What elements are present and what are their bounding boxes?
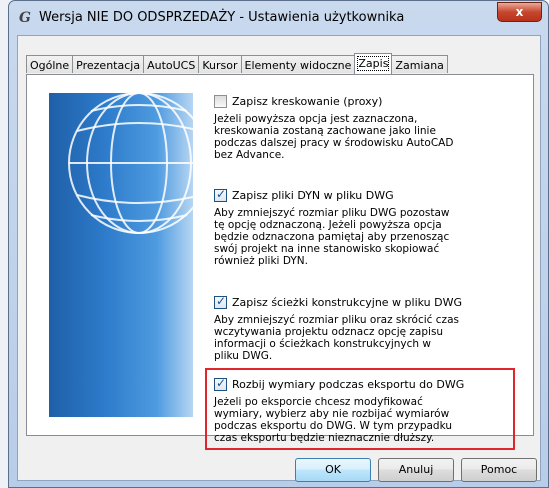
option-explode-dimensions: ✓ Rozbij wymiary podczas eksportu do DWG… [214, 376, 514, 444]
option-description: Aby zmniejszyć rozmiar pliku DWG pozosta… [214, 207, 450, 267]
option-description: Jeżeli po eksporcie chcesz modyfikować w… [214, 396, 453, 444]
option-construction-paths: ✓ Zapisz ścieżki konstrukcyjne w pliku D… [214, 294, 514, 362]
checkbox-row[interactable]: ✓ Zapisz pliki DYN w pliku DWG [214, 187, 514, 204]
tab-label: Kursor [202, 59, 238, 72]
help-button[interactable]: Pomoc [461, 458, 537, 482]
globe-illustration [49, 93, 193, 417]
tab-label: Ogólne [30, 59, 70, 72]
tab-autoucs[interactable]: AutoUCS [143, 55, 200, 73]
title-bar[interactable]: G Wersja NIE DO ODSPRZEDAŻY - Ustawienia… [9, 1, 548, 35]
check-mark-icon: ✓ [216, 294, 227, 308]
tab-zamiana[interactable]: Zamiana [391, 55, 448, 73]
checkbox-label[interactable]: Rozbij wymiary podczas eksportu do DWG [232, 378, 464, 391]
tab-kursor[interactable]: Kursor [198, 55, 242, 73]
tab-label: Elementy widoczne [244, 59, 352, 72]
check-mark-icon: ✓ [216, 376, 227, 390]
tab-ogolne[interactable]: Ogólne [26, 55, 74, 73]
ok-button[interactable]: OK [295, 458, 371, 482]
settings-dialog: G Wersja NIE DO ODSPRZEDAŻY - Ustawienia… [8, 0, 549, 488]
option-hatch-proxy: Zapisz kreskowanie (proxy) Jeżeli powyżs… [214, 93, 514, 161]
tab-prezentacja[interactable]: Prezentacja [72, 55, 145, 73]
tab-zapis[interactable]: Zapis [354, 53, 393, 74]
tab-label: Prezentacja [76, 59, 141, 72]
tab-label: Zamiana [395, 59, 444, 72]
checkbox-row[interactable]: ✓ Zapisz ścieżki konstrukcyjne w pliku D… [214, 294, 514, 311]
checkbox-row[interactable]: Zapisz kreskowanie (proxy) [214, 93, 514, 110]
dialog-client-area: Ogólne Prezentacja AutoUCS Kursor Elementy w… [17, 35, 541, 482]
dyn-files-checkbox[interactable]: ✓ [214, 187, 227, 202]
hatch-proxy-checkbox[interactable] [214, 95, 227, 108]
checkbox-label[interactable]: Zapisz kreskowanie (proxy) [232, 95, 382, 108]
tab-label: AutoUCS [147, 59, 196, 72]
window-title: Wersja NIE DO ODSPRZEDAŻY - Ustawienia u… [39, 10, 405, 25]
tab-strip: Ogólne Prezentacja AutoUCS Kursor Elementy w… [26, 52, 448, 74]
tab-elementy-widoczne[interactable]: Elementy widoczne [240, 55, 356, 73]
explode-dimensions-checkbox[interactable]: ✓ [214, 376, 227, 391]
tab-panel-zapis: Zapisz kreskowanie (proxy) Jeżeli powyżs… [26, 74, 534, 450]
checkbox-label[interactable]: Zapisz pliki DYN w pliku DWG [232, 189, 394, 202]
checkbox-row[interactable]: ✓ Rozbij wymiary podczas eksportu do DWG [214, 376, 514, 393]
globe-icon [68, 93, 193, 234]
app-icon: G [19, 10, 31, 26]
cancel-button[interactable]: Anuluj [378, 458, 454, 482]
option-description: Jeżeli powyższa opcja jest zaznaczona, k… [214, 113, 454, 161]
check-mark-icon: ✓ [216, 187, 227, 201]
option-dyn-files: ✓ Zapisz pliki DYN w pliku DWG Aby zmnie… [214, 187, 514, 267]
tab-label: Zapis [357, 56, 390, 71]
option-description: Aby zmniejszyć rozmiar pliku oraz skróci… [214, 314, 459, 362]
construction-paths-checkbox[interactable]: ✓ [214, 294, 227, 309]
checkbox-label[interactable]: Zapisz ścieżki konstrukcyjne w pliku DWG [232, 296, 462, 309]
close-button[interactable]: x [497, 2, 542, 22]
